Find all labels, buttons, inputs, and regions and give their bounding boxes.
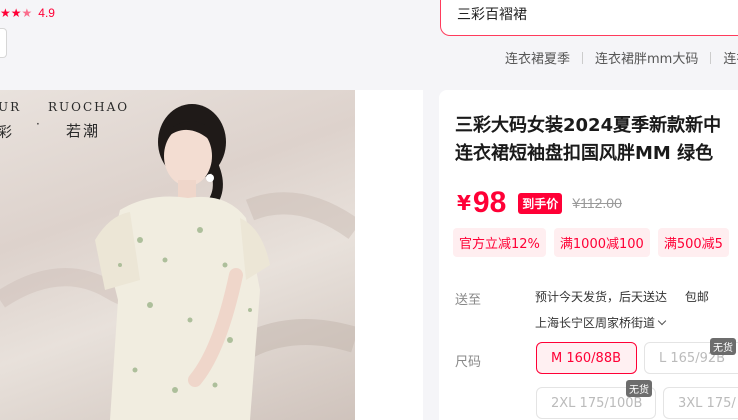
- chevron-down-icon: [657, 316, 667, 326]
- star-icon: ★: [10, 6, 22, 20]
- brand-logo-text: RUOCHAO: [48, 100, 130, 114]
- product-title: 三彩大码女装2024夏季新款新中 连衣裙短袖盘扣国风胖MM 绿色: [455, 112, 738, 168]
- hot-word-link[interactable]: 连衣裙夏季: [505, 48, 570, 67]
- shipping-label: 送至: [455, 293, 482, 308]
- currency-symbol: ¥: [457, 191, 471, 215]
- divider: [710, 51, 712, 64]
- coupon-tag[interactable]: 满500减5: [657, 228, 729, 257]
- search-input[interactable]: [457, 6, 737, 22]
- search-box[interactable]: [440, 0, 738, 36]
- delivery-estimate: 预计今天发货，后天送达: [535, 290, 668, 304]
- size-option-3xl[interactable]: 3XL 175/: [663, 387, 738, 419]
- hot-word-link[interactable]: 连衣: [723, 48, 738, 67]
- star-half-icon: ★: [21, 6, 33, 20]
- product-image-panel: UR 彩 · RUOCHAO 若潮: [0, 90, 423, 420]
- coupon-tag[interactable]: 官方立减12%: [453, 228, 546, 257]
- hot-word-link[interactable]: 连衣裙胖mm大码: [595, 48, 698, 67]
- brand-logo-text: 彩: [0, 125, 12, 141]
- coupon-list: 官方立减12% 满1000减100 满500减5: [453, 228, 729, 257]
- divider: [582, 51, 584, 64]
- rating-value: 4.9: [38, 6, 55, 20]
- follow-button[interactable]: [0, 28, 7, 58]
- address-selector[interactable]: 上海长宁区周家桥街道: [535, 314, 667, 331]
- model-photo-illustration: [0, 104, 355, 420]
- product-title-line: 连衣裙短袖盘扣国风胖MM 绿色: [455, 143, 714, 164]
- store-rating: ★ ★ ★ 4.9: [0, 6, 55, 20]
- final-price-badge: 到手价: [518, 192, 563, 214]
- out-of-stock-badge: 无货: [710, 338, 736, 355]
- brand-separator: ·: [36, 117, 40, 131]
- size-option-label: 3XL 175/: [678, 395, 736, 411]
- size-option-label: 2XL 175/100B: [551, 395, 643, 411]
- size-option-label: M 160/88B: [551, 350, 622, 366]
- address-text: 上海长宁区周家桥街道: [535, 316, 656, 330]
- size-option-m[interactable]: M 160/88B: [536, 342, 637, 374]
- shipping-info: 预计今天发货，后天送达 包邮: [535, 288, 709, 305]
- original-price: ¥112.00: [572, 195, 622, 211]
- price-value: 98: [472, 186, 507, 219]
- star-icon: ★: [0, 6, 11, 20]
- brand-logo-text: 若潮: [66, 122, 101, 140]
- product-photo[interactable]: UR 彩 · RUOCHAO 若潮: [0, 90, 355, 420]
- brand-logo-text: UR: [0, 100, 22, 114]
- product-title-line: 三彩大码女装2024夏季新款新中: [455, 115, 722, 136]
- shipping-policy: 包邮: [684, 290, 709, 304]
- hot-words: 连衣裙夏季 连衣裙胖mm大码 连衣: [505, 48, 738, 67]
- size-label: 尺码: [455, 355, 482, 370]
- coupon-tag[interactable]: 满1000减100: [553, 228, 650, 257]
- out-of-stock-badge: 无货: [626, 380, 652, 397]
- price-row: ¥ 98 到手价 ¥112.00: [457, 186, 622, 220]
- product-info-panel: 三彩大码女装2024夏季新款新中 连衣裙短袖盘扣国风胖MM 绿色 ¥ 98 到手…: [439, 90, 738, 420]
